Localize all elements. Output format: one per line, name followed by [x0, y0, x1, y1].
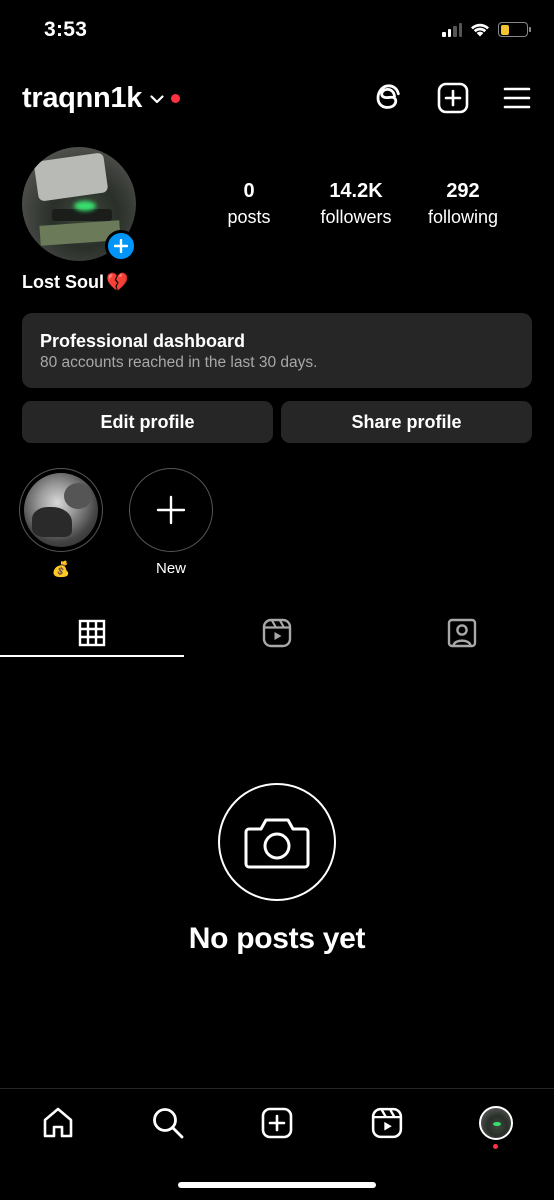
reels-icon [262, 618, 292, 648]
nav-search[interactable] [148, 1103, 188, 1143]
highlight-label: New [155, 560, 186, 577]
share-profile-button[interactable]: Share profile [281, 401, 532, 443]
hamburger-menu-icon [503, 87, 531, 109]
professional-dashboard[interactable]: Professional dashboard 80 accounts reach… [22, 313, 532, 388]
stat-value: 292 [446, 180, 480, 202]
stat-label: followers [320, 207, 392, 227]
status-time: 3:53 [44, 18, 88, 41]
highlight-ring [19, 468, 103, 552]
threads-icon [376, 84, 400, 109]
dashboard-subtitle: 80 accounts reached in the last 30 days. [40, 354, 318, 371]
highlight-label: 💰 [51, 561, 71, 578]
signal-icon [442, 22, 462, 37]
notification-dot [493, 1144, 498, 1149]
edit-profile-button[interactable]: Edit profile [22, 401, 273, 443]
nav-profile[interactable] [476, 1103, 516, 1143]
notification-dot [171, 94, 181, 103]
broken-heart-emoji: 💔 [106, 272, 129, 292]
camera-circle [218, 783, 336, 901]
plus-icon [156, 495, 186, 525]
wifi-icon [471, 23, 489, 37]
profile-avatar-small [479, 1106, 513, 1140]
highlight-cover-image [24, 473, 98, 547]
empty-state-text: No posts yet [188, 922, 366, 955]
tab-posts-grid[interactable] [0, 610, 184, 656]
tab-reels[interactable] [185, 610, 369, 656]
threads-button[interactable] [370, 80, 406, 116]
bio-name-text: Lost Soul [22, 272, 104, 292]
camera-icon [244, 818, 310, 869]
active-tab-indicator [0, 655, 184, 657]
highlight-ring [129, 468, 213, 552]
stat-posts[interactable]: 0 posts [212, 180, 286, 230]
search-icon [153, 1108, 184, 1139]
stat-followers[interactable]: 14.2K followers [306, 180, 406, 230]
new-highlight-button[interactable]: New [129, 468, 213, 577]
username: traqnn1k [22, 82, 143, 114]
stat-following[interactable]: 292 following [414, 180, 512, 230]
stat-label: following [427, 207, 499, 227]
plus-icon [114, 239, 128, 253]
tab-tagged[interactable] [370, 610, 554, 656]
stat-value: 0 [243, 180, 255, 202]
chevron-down-icon [150, 95, 164, 104]
plus-square-icon [261, 1107, 293, 1139]
menu-button[interactable] [499, 80, 535, 116]
username-switcher[interactable]: traqnn1k [22, 82, 181, 115]
create-button[interactable] [435, 80, 471, 116]
reels-icon [371, 1107, 403, 1139]
stat-label: posts [227, 207, 271, 227]
dashboard-title: Professional dashboard [40, 331, 246, 351]
grid-icon [78, 619, 106, 647]
bio-name: Lost Soul 💔 [22, 272, 128, 293]
nav-reels[interactable] [367, 1103, 407, 1143]
nav-create[interactable] [257, 1103, 297, 1143]
plus-square-icon [437, 82, 469, 114]
status-icons [442, 22, 531, 37]
nav-home[interactable] [38, 1103, 78, 1143]
tagged-icon [447, 618, 477, 648]
stat-value: 14.2K [329, 180, 383, 202]
home-icon [43, 1107, 73, 1138]
battery-icon [498, 22, 531, 37]
highlight-item[interactable]: 💰 [19, 468, 103, 578]
add-story-button[interactable] [105, 230, 137, 262]
home-indicator [178, 1182, 376, 1188]
